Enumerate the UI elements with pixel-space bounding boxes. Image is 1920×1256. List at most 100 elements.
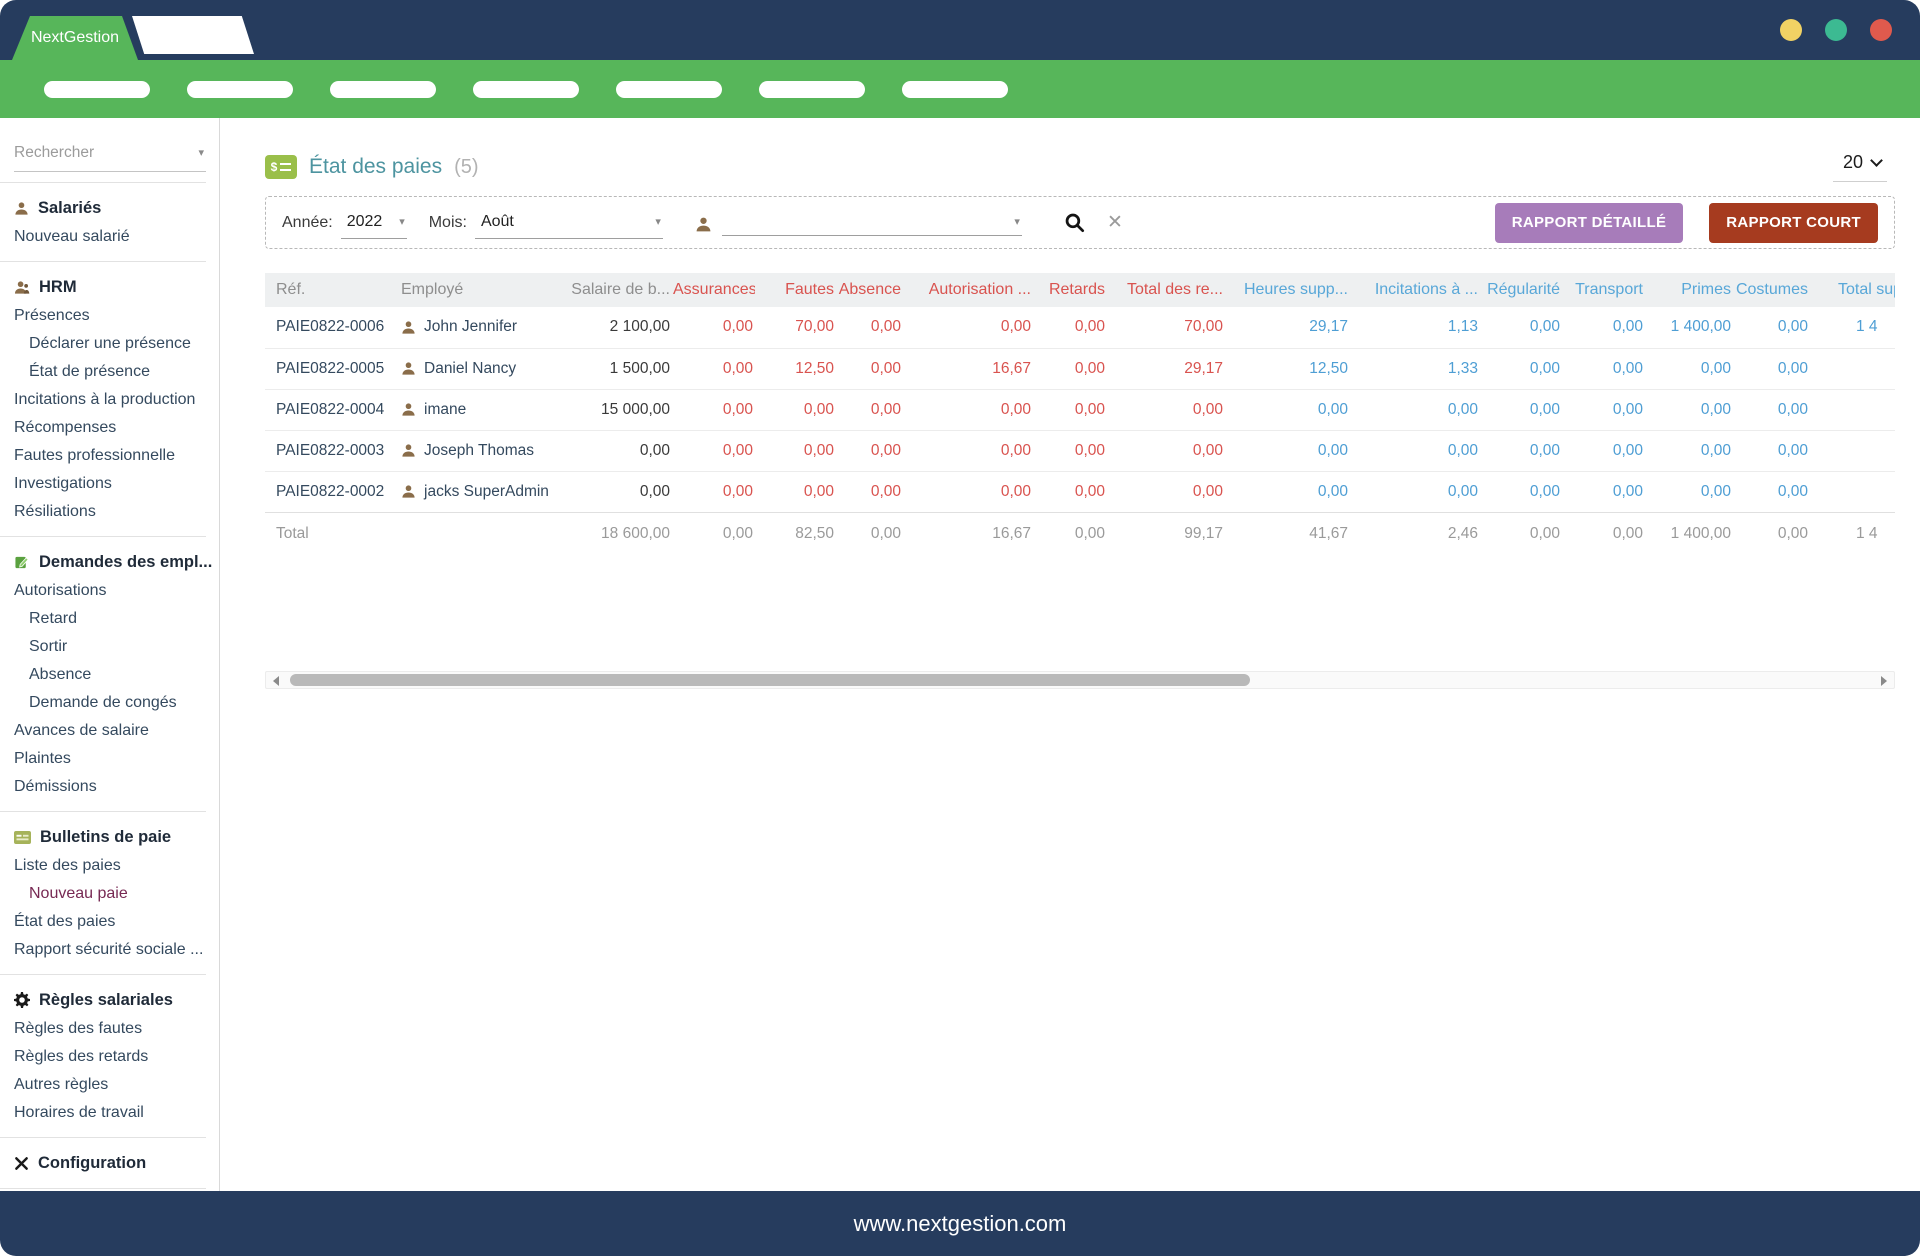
column-header-primes[interactable]: Primes [1645, 273, 1733, 307]
sidebar-section-configuration[interactable]: Configuration [14, 1148, 219, 1178]
employee-cell[interactable]: John Jennifer [390, 307, 550, 348]
column-header-salaire-de-b[interactable]: Salaire de b... [550, 273, 672, 307]
month-select[interactable]: Août ▾ [475, 213, 663, 239]
column-header-assurances[interactable]: Assurances [672, 273, 755, 307]
close-button[interactable] [1870, 19, 1892, 41]
close-icon[interactable]: ✕ [1107, 211, 1123, 234]
scroll-right-icon[interactable] [1881, 676, 1887, 686]
employee-select[interactable]: ▾ [722, 215, 1022, 236]
column-header-total-des-re[interactable]: Total des re... [1107, 273, 1225, 307]
nav-menu-pill[interactable] [44, 81, 150, 98]
nav-menu-pill[interactable] [187, 81, 293, 98]
sidebar-item-plaintes[interactable]: Plaintes [14, 745, 219, 773]
sidebar-section-label: Bulletins de paie [40, 822, 171, 852]
sidebar-item-autres-regles[interactable]: Autres règles [14, 1071, 219, 1099]
table-cell: 0,00 [1562, 307, 1645, 348]
payroll-ref[interactable]: PAIE0822-0005 [265, 348, 390, 389]
page-size-select[interactable]: 20 [1833, 152, 1887, 182]
table-row[interactable]: PAIE0822-0004imane15 000,000,000,000,000… [265, 389, 1895, 430]
table-cell: 0,00 [1107, 430, 1225, 471]
table-cell: 0,00 [672, 389, 755, 430]
scrollbar-thumb[interactable] [290, 674, 1250, 686]
sidebar-item-etat-des-paies[interactable]: État des paies [14, 908, 219, 936]
employee-cell[interactable]: Joseph Thomas [390, 430, 550, 471]
table-row[interactable]: PAIE0822-0002jacks SuperAdmin0,000,000,0… [265, 471, 1895, 512]
table-cell: 0,00 [755, 389, 836, 430]
year-select[interactable]: 2022 ▾ [341, 213, 407, 239]
table-row[interactable]: PAIE0822-0006John Jennifer2 100,000,0070… [265, 307, 1895, 348]
sidebar-item-retard[interactable]: Retard [14, 605, 219, 633]
table-cell: 0,00 [672, 430, 755, 471]
sidebar-section-regles-salariales[interactable]: Règles salariales [14, 985, 219, 1015]
sidebar-section-hrm[interactable]: HRM [14, 272, 219, 302]
column-header-retards[interactable]: Retards [1033, 273, 1107, 307]
maximize-button[interactable] [1825, 19, 1847, 41]
main-navbar [0, 60, 1920, 118]
sidebar-item-rapport-securite-sociale[interactable]: Rapport sécurité sociale ... [14, 936, 219, 964]
sidebar-item-demande-de-conges[interactable]: Demande de congés [14, 689, 219, 717]
table-cell: 0,00 [1033, 307, 1107, 348]
sidebar-item-declarer-une-presence[interactable]: Déclarer une présence [14, 330, 219, 358]
nav-menu-pill[interactable] [616, 81, 722, 98]
brand-tab[interactable]: NextGestion [12, 16, 138, 60]
sidebar-section-bulletins-de-paie[interactable]: Bulletins de paie [14, 822, 219, 852]
sidebar-item-sortir[interactable]: Sortir [14, 633, 219, 661]
column-header-heures-supp[interactable]: Heures supp... [1225, 273, 1350, 307]
sidebar-item-regles-des-fautes[interactable]: Règles des fautes [14, 1015, 219, 1043]
sidebar-item-autorisations[interactable]: Autorisations [14, 577, 219, 605]
nav-menu-pill[interactable] [759, 81, 865, 98]
column-header-absence[interactable]: Absence [836, 273, 903, 307]
payroll-ref[interactable]: PAIE0822-0002 [265, 471, 390, 512]
column-header-transport[interactable]: Transport [1562, 273, 1645, 307]
nav-menu-pill[interactable] [330, 81, 436, 98]
sidebar-item-recompenses[interactable]: Récompenses [14, 414, 219, 442]
column-header-employe[interactable]: Employé [390, 273, 550, 307]
column-header-ref[interactable]: Réf. [265, 273, 390, 307]
sidebar-item-absence[interactable]: Absence [14, 661, 219, 689]
blank-tab[interactable] [132, 16, 254, 54]
sidebar-section-label: Configuration [38, 1148, 146, 1178]
sidebar-item-nouveau-salarie[interactable]: Nouveau salarié [14, 223, 219, 251]
sidebar-item-incitations-a-la-production[interactable]: Incitations à la production [14, 386, 219, 414]
sidebar-item-avances-de-salaire[interactable]: Avances de salaire [14, 717, 219, 745]
employee-cell[interactable]: Daniel Nancy [390, 348, 550, 389]
column-header-fautes[interactable]: Fautes [755, 273, 836, 307]
column-header-total-sup[interactable]: Total sup [1810, 273, 1895, 307]
search-icon[interactable] [1064, 212, 1085, 233]
table-cell: 0,00 [1350, 389, 1480, 430]
person-icon [401, 320, 416, 335]
sidebar-item-demissions[interactable]: Démissions [14, 773, 219, 801]
sidebar-item-regles-des-retards[interactable]: Règles des retards [14, 1043, 219, 1071]
payroll-ref[interactable]: PAIE0822-0004 [265, 389, 390, 430]
payroll-ref[interactable]: PAIE0822-0006 [265, 307, 390, 348]
sidebar-section-salaries[interactable]: Salariés [14, 193, 219, 223]
detailed-report-button[interactable]: RAPPORT DÉTAILLÉ [1495, 203, 1684, 243]
employee-cell[interactable]: jacks SuperAdmin [390, 471, 550, 512]
horizontal-scrollbar[interactable] [265, 671, 1895, 689]
sidebar-item-etat-de-presence[interactable]: État de présence [14, 358, 219, 386]
nav-menu-pill[interactable] [473, 81, 579, 98]
employee-cell[interactable]: imane [390, 389, 550, 430]
total-cell: 0,00 [1480, 512, 1562, 555]
sidebar-item-horaires-de-travail[interactable]: Horaires de travail [14, 1099, 219, 1127]
table-row[interactable]: PAIE0822-0003Joseph Thomas0,000,000,000,… [265, 430, 1895, 471]
payroll-ref[interactable]: PAIE0822-0003 [265, 430, 390, 471]
sidebar-search-select[interactable]: Rechercher ▾ [14, 142, 206, 172]
table-row[interactable]: PAIE0822-0005Daniel Nancy1 500,000,0012,… [265, 348, 1895, 389]
column-header-incitations-a[interactable]: Incitations à ... [1350, 273, 1480, 307]
column-header-costumes[interactable]: Costumes [1733, 273, 1810, 307]
scroll-left-icon[interactable] [273, 676, 279, 686]
column-header-regularite[interactable]: Régularité [1480, 273, 1562, 307]
sidebar-item-fautes-professionnelle[interactable]: Fautes professionnelle [14, 442, 219, 470]
sidebar-item-presences[interactable]: Présences [14, 302, 219, 330]
sidebar-item-nouveau-paie[interactable]: Nouveau paie [14, 880, 219, 908]
short-report-button[interactable]: RAPPORT COURT [1709, 203, 1878, 243]
sidebar-item-liste-des-paies[interactable]: Liste des paies [14, 852, 219, 880]
sidebar-section-demandes-des-empl[interactable]: Demandes des empl... [14, 547, 219, 577]
month-label: Mois: [429, 214, 467, 232]
nav-menu-pill[interactable] [902, 81, 1008, 98]
sidebar-item-resiliations[interactable]: Résiliations [14, 498, 219, 526]
sidebar-item-investigations[interactable]: Investigations [14, 470, 219, 498]
minimize-button[interactable] [1780, 19, 1802, 41]
column-header-autorisation[interactable]: Autorisation ... [903, 273, 1033, 307]
